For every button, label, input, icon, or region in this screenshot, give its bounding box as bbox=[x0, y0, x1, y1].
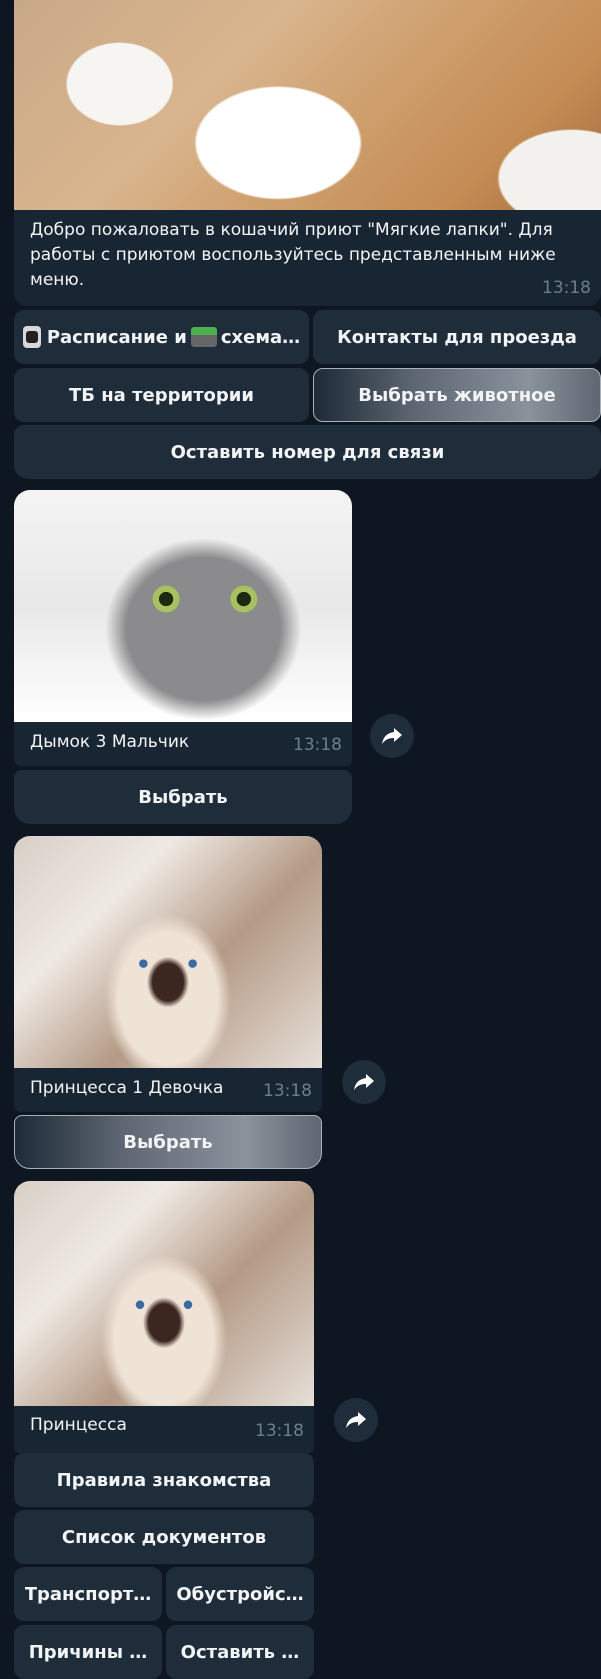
forward-button[interactable] bbox=[342, 1060, 386, 1104]
leave-label: Оставить … bbox=[180, 1641, 300, 1663]
motorway-icon bbox=[190, 327, 217, 347]
animal-time: 13:18 bbox=[293, 735, 342, 755]
siamese-kitten-photo[interactable] bbox=[14, 836, 322, 1068]
share-arrow-icon bbox=[382, 728, 402, 744]
animal-caption: Принцесса 1 Девочка bbox=[30, 1078, 224, 1098]
share-arrow-icon bbox=[354, 1074, 374, 1090]
animal-caption: Дымок 3 Мальчик bbox=[30, 732, 190, 752]
arrangement-button[interactable]: Обустройс… bbox=[166, 1567, 314, 1621]
reasons-label: Причины … bbox=[28, 1641, 148, 1663]
leave-number-button[interactable]: Оставить номер для связи bbox=[14, 425, 601, 479]
forward-button[interactable] bbox=[334, 1398, 378, 1442]
welcome-message: Добро пожаловать в кошачий приют "Мягкие… bbox=[14, 0, 601, 306]
safety-label: ТБ на территории bbox=[68, 384, 255, 406]
animal-time: 13:18 bbox=[263, 1081, 312, 1101]
documents-button[interactable]: Список документов bbox=[14, 1510, 314, 1564]
welcome-text: Добро пожаловать в кошачий приют "Мягкие… bbox=[30, 220, 556, 290]
gray-cat-photo[interactable] bbox=[14, 490, 352, 722]
contacts-button[interactable]: Контакты для проезда bbox=[313, 310, 601, 364]
share-arrow-icon bbox=[346, 1412, 366, 1428]
selected-time: 13:18 bbox=[255, 1421, 304, 1441]
schedule-button[interactable]: Расписание и схема… bbox=[14, 310, 309, 364]
rules-label: Правила знакомства bbox=[56, 1469, 272, 1491]
arrangement-label: Обустройс… bbox=[176, 1583, 304, 1605]
choose-animal-label: Выбрать животное bbox=[358, 384, 556, 406]
siamese-kitten-photo[interactable] bbox=[14, 1181, 314, 1406]
transport-label: Транспорт… bbox=[24, 1583, 152, 1605]
select-label: Выбрать bbox=[123, 1131, 213, 1153]
watch-icon bbox=[22, 326, 41, 348]
selected-animal-message: Принцесса 13:18 bbox=[14, 1181, 314, 1453]
select-label: Выбрать bbox=[138, 786, 228, 808]
forward-button[interactable] bbox=[370, 714, 414, 758]
welcome-time: 13:18 bbox=[542, 278, 591, 298]
schedule-label-2: схема… bbox=[220, 326, 301, 348]
transport-button[interactable]: Транспорт… bbox=[14, 1567, 162, 1621]
documents-label: Список документов bbox=[61, 1526, 267, 1548]
animal-message: Принцесса 1 Девочка 13:18 bbox=[14, 836, 322, 1112]
reasons-button[interactable]: Причины … bbox=[14, 1625, 162, 1679]
animal-message: Дымок 3 Мальчик 13:18 bbox=[14, 490, 352, 766]
schedule-label: Расписание и bbox=[46, 326, 187, 348]
select-button[interactable]: Выбрать bbox=[14, 1115, 322, 1169]
select-button[interactable]: Выбрать bbox=[14, 770, 352, 824]
leave-button[interactable]: Оставить … bbox=[166, 1625, 314, 1679]
contacts-label: Контакты для проезда bbox=[337, 326, 577, 348]
selected-caption: Принцесса bbox=[30, 1415, 127, 1435]
leave-number-label: Оставить номер для связи bbox=[170, 441, 445, 463]
choose-animal-button[interactable]: Выбрать животное bbox=[313, 368, 601, 422]
cat-paws-photo[interactable] bbox=[14, 0, 601, 210]
rules-button[interactable]: Правила знакомства bbox=[14, 1453, 314, 1507]
safety-button[interactable]: ТБ на территории bbox=[14, 368, 309, 422]
